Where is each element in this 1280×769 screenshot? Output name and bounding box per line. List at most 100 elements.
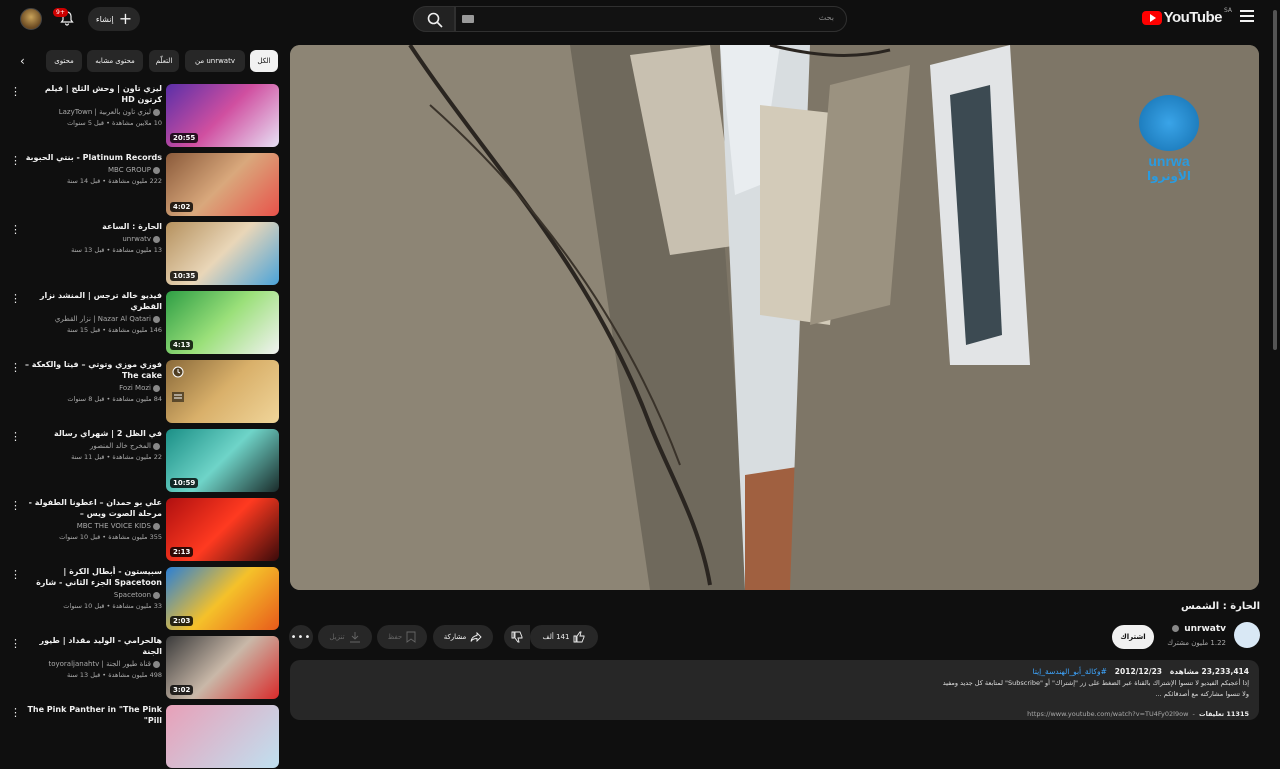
more-actions-button[interactable]: ••• — [289, 625, 313, 649]
list-item[interactable]: 10:59 في الظل 2 | شهراي رسالة المخرج خالد… — [0, 427, 280, 493]
list-item[interactable]: 4:13 فيديو خالة ترجس | المنشد نزار القطر… — [0, 289, 280, 355]
list-item[interactable]: فوزي موزي وتوتي – فيتا والكعكة – The cak… — [0, 358, 280, 424]
like-button[interactable]: 141 ألف — [530, 625, 598, 649]
youtube-logo[interactable]: YouTube SA — [1141, 7, 1232, 26]
video-stats: 10 ملايين مشاهدة • قبل 5 سنوات — [67, 119, 162, 127]
hamburger-menu-icon[interactable] — [1240, 10, 1254, 24]
verified-icon — [153, 442, 160, 450]
share-icon — [470, 631, 482, 643]
channel-name[interactable]: Fozi Mozi — [119, 384, 151, 392]
more-options-icon[interactable]: ⋮ — [10, 293, 21, 307]
video-player[interactable]: unrwa الأونروا — [290, 45, 1259, 590]
channel-name[interactable]: قناة طيور الجنة | toyoraljanahtv — [48, 660, 151, 668]
channel-name[interactable]: MBC GROUP — [108, 166, 151, 174]
video-frame — [290, 45, 1259, 590]
video-thumbnail[interactable] — [166, 705, 279, 768]
verified-icon — [153, 315, 160, 323]
more-options-icon[interactable]: ⋮ — [10, 86, 21, 100]
video-thumbnail[interactable]: 20:55 — [166, 84, 279, 147]
video-thumbnail[interactable]: 4:13 — [166, 291, 279, 354]
chip-all[interactable]: الكل — [250, 50, 278, 72]
channel-name[interactable]: unrwatv — [122, 235, 151, 243]
video-thumbnail[interactable]: 10:35 — [166, 222, 279, 285]
scrollbar[interactable] — [1273, 10, 1277, 350]
like-count: 141 ألف — [542, 633, 570, 641]
more-options-icon[interactable]: ⋮ — [10, 500, 21, 514]
share-button[interactable]: مشاركة — [433, 625, 493, 649]
more-options-icon[interactable]: ⋮ — [10, 155, 21, 169]
download-button[interactable]: تنزيل — [318, 625, 372, 649]
video-title[interactable]: هالحرامي - الوليد مقداد | طيور الجنة — [24, 635, 162, 657]
video-title[interactable]: The Pink Panther in "The Pink Pill" — [24, 704, 162, 726]
verified-icon — [153, 522, 160, 530]
video-thumbnail[interactable]: 10:59 — [166, 429, 279, 492]
channel-avatar[interactable] — [1234, 622, 1260, 648]
description-meta: 23,233,414 مشاهدة 2012/12/23 #وكالة_أبو_… — [300, 667, 1249, 676]
video-title[interactable]: في الظل 2 | شهراي رسالة — [24, 428, 162, 439]
list-item[interactable]: 4:02 Platinum Records - بنتي الحبوبة MBC … — [0, 151, 280, 217]
search-input[interactable]: بحث — [455, 6, 847, 32]
bookmark-icon — [406, 631, 416, 643]
video-title[interactable]: فيديو خالة ترجس | المنشد نزار القطري — [24, 290, 162, 312]
duration-badge: 20:55 — [170, 133, 199, 143]
video-title[interactable]: علي بو حمدان – اعطونا الطفولة - مرحلة ال… — [24, 497, 162, 519]
list-item[interactable]: 2:13 علي بو حمدان – اعطونا الطفولة - مرح… — [0, 496, 280, 562]
chevron-left-icon[interactable]: ‹ — [20, 54, 25, 68]
chip-related[interactable]: محتوى مشابه — [87, 50, 143, 72]
video-title[interactable]: Platinum Records - بنتي الحبوبة — [24, 152, 162, 163]
channel-name[interactable]: Spacetoon — [114, 591, 151, 599]
hashtag-link[interactable]: #وكالة_أبو_الهندسة_إيتا — [1033, 667, 1107, 676]
channel-name[interactable]: MBC THE VOICE KIDS — [77, 522, 151, 530]
more-options-icon[interactable]: ⋮ — [10, 431, 21, 445]
chip-from-channel[interactable]: من unrwatv — [185, 50, 245, 72]
list-item[interactable]: The Pink Panther in "The Pink Pill" ⋮ — [0, 703, 280, 769]
channel-name[interactable]: ليزي تاون بالعربية | LazyTown — [59, 108, 151, 116]
search-icon — [427, 12, 443, 28]
list-item[interactable]: 3:02 هالحرامي - الوليد مقداد | طيور الجن… — [0, 634, 280, 700]
thumbs-down-icon — [511, 631, 523, 643]
more-options-icon[interactable]: ⋮ — [10, 707, 21, 721]
video-title[interactable]: الحارة : الساعة — [24, 221, 162, 232]
verified-icon — [153, 166, 160, 174]
video-thumbnail[interactable] — [166, 360, 279, 423]
create-button[interactable]: + إنشاء — [88, 7, 140, 31]
video-thumbnail[interactable]: 4:02 — [166, 153, 279, 216]
video-title[interactable]: فوزي موزي وتوتي – فيتا والكعكة – The cak… — [24, 359, 162, 381]
list-item[interactable]: 2:03 سبيستون - أبطال الكرة | Spacetoon ا… — [0, 565, 280, 631]
channel-name[interactable]: المخرج خالد المنصور — [90, 442, 151, 450]
search-button[interactable] — [413, 6, 455, 32]
verified-icon — [153, 591, 160, 599]
chip-learning[interactable]: التعلّم — [149, 50, 179, 72]
channel-name[interactable]: Nazar Al Qatari | نزار القطري — [55, 315, 151, 323]
more-options-icon[interactable]: ⋮ — [10, 638, 21, 652]
video-link[interactable]: https://www.youtube.com/watch?v=TU4Fy02l… — [1027, 710, 1188, 718]
unrwa-watermark: unrwa الأونروا — [1139, 95, 1199, 183]
video-thumbnail[interactable]: 2:13 — [166, 498, 279, 561]
more-options-icon[interactable]: ⋮ — [10, 224, 21, 238]
keyboard-icon[interactable] — [462, 15, 474, 23]
chip-content[interactable]: محتوى — [46, 50, 82, 72]
channel-name-main[interactable]: unrwatv — [1170, 624, 1226, 634]
video-title[interactable]: سبيستون - أبطال الكرة | Spacetoon الجزء … — [24, 566, 162, 588]
description-line-2: ولا تنسوا مشاركته مع أصدقائكم ... — [1155, 690, 1249, 698]
video-thumbnail[interactable]: 3:02 — [166, 636, 279, 699]
save-button[interactable]: حفظ — [377, 625, 427, 649]
list-item[interactable]: 20:55 ليزي تاون | وحش الثلج | فيلم كرتون… — [0, 82, 280, 148]
verified-icon — [153, 108, 160, 116]
list-item[interactable]: 10:35 الحارة : الساعة unrwatv 13 مليون مشا… — [0, 220, 280, 286]
more-options-icon[interactable]: ⋮ — [10, 362, 21, 376]
video-stats: 222 مليون مشاهدة • قبل 14 سنة — [66, 177, 162, 185]
subscribe-button[interactable]: اشتراك — [1112, 625, 1154, 649]
add-to-queue-icon[interactable] — [172, 392, 184, 402]
video-thumbnail[interactable]: 2:03 — [166, 567, 279, 630]
more-options-icon[interactable]: ⋮ — [10, 569, 21, 583]
watch-later-icon[interactable] — [172, 366, 184, 378]
description-box[interactable]: 23,233,414 مشاهدة 2012/12/23 #وكالة_أبو_… — [290, 660, 1259, 720]
watermark-arabic: الأونروا — [1146, 169, 1192, 183]
duration-badge: 10:35 — [170, 271, 199, 281]
dislike-button[interactable] — [504, 625, 530, 649]
video-title[interactable]: ليزي تاون | وحش الثلج | فيلم كرتون HD — [24, 83, 162, 105]
account-avatar[interactable] — [20, 8, 42, 30]
duration-badge: 4:02 — [170, 202, 194, 212]
thumbs-up-icon — [574, 631, 585, 643]
